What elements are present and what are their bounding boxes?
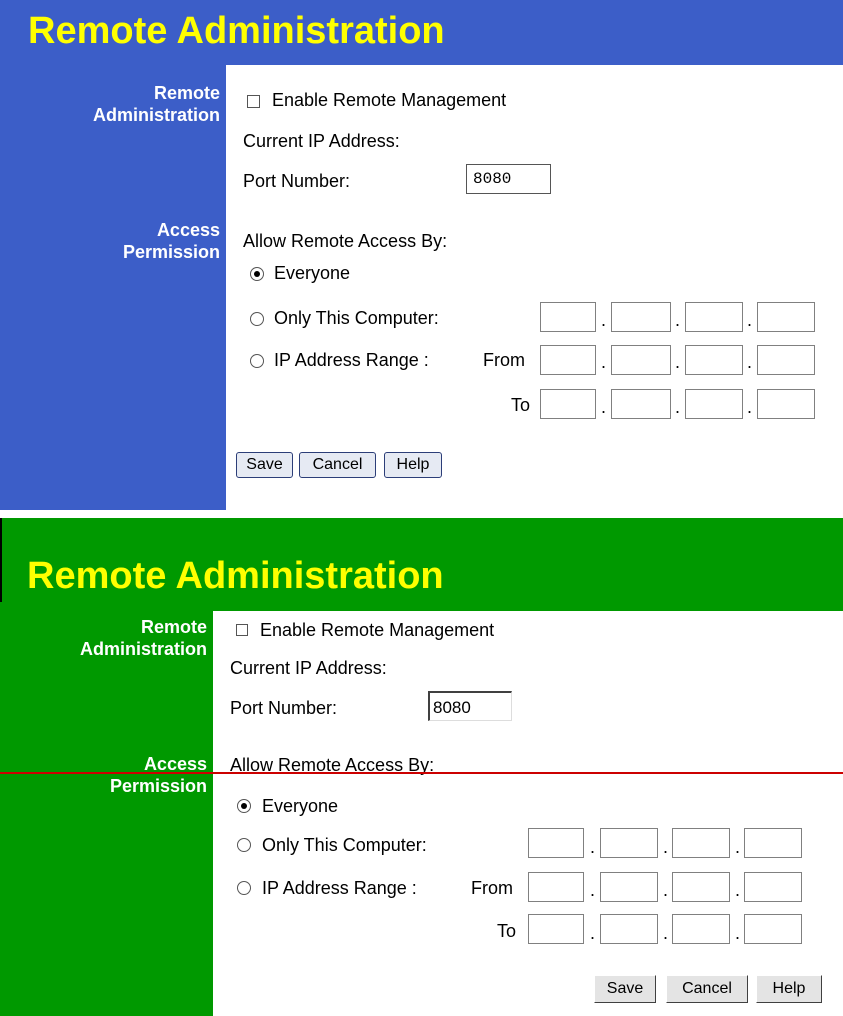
- enable-remote-checkbox[interactable]: [247, 95, 260, 108]
- everyone-label: Everyone: [274, 263, 351, 283]
- ip-dot: .: [735, 923, 741, 943]
- from-ip-octet-3[interactable]: [685, 345, 743, 375]
- to-ip-octet-4[interactable]: [744, 914, 802, 944]
- only-this-ip-octet-4[interactable]: [744, 828, 802, 858]
- from-ip-octet-2[interactable]: [611, 345, 671, 375]
- ip-dot: .: [601, 310, 607, 330]
- from-ip-octet-1[interactable]: [528, 872, 584, 902]
- ip-dot: .: [735, 837, 741, 857]
- remote-admin-panel-green: Remote Administration Remote Administrat…: [0, 510, 843, 1016]
- ip-dot: .: [747, 352, 753, 372]
- ip-dot: .: [590, 880, 596, 900]
- to-label: To: [497, 921, 517, 941]
- section-label-remote-administration: Remote Administration: [79, 617, 207, 659]
- from-ip-octet-4[interactable]: [744, 872, 802, 902]
- current-ip-label: Current IP Address:: [230, 658, 387, 678]
- cancel-button[interactable]: Cancel: [299, 452, 376, 478]
- only-this-ip-octet-1[interactable]: [540, 302, 596, 332]
- ip-range-radio[interactable]: [250, 354, 264, 368]
- ip-range-label: IP Address Range :: [262, 878, 417, 898]
- port-number-input[interactable]: 8080: [466, 164, 551, 194]
- from-ip-octet-2[interactable]: [600, 872, 658, 902]
- ip-range-label: IP Address Range :: [274, 350, 429, 370]
- everyone-label: Everyone: [262, 796, 339, 816]
- to-ip-octet-2[interactable]: [600, 914, 658, 944]
- from-label: From: [471, 878, 513, 898]
- ip-dot: .: [663, 837, 669, 857]
- only-this-ip-octet-2[interactable]: [611, 302, 671, 332]
- page-title: Remote Administration: [27, 555, 444, 597]
- ip-dot: .: [675, 397, 681, 417]
- ip-dot: .: [735, 880, 741, 900]
- ip-dot: .: [675, 310, 681, 330]
- port-number-label: Port Number:: [230, 698, 338, 718]
- help-button[interactable]: Help: [384, 452, 442, 478]
- only-this-ip-octet-2[interactable]: [600, 828, 658, 858]
- ip-dot: .: [675, 352, 681, 372]
- save-button[interactable]: Save: [236, 452, 293, 478]
- to-ip-octet-1[interactable]: [540, 389, 596, 419]
- enable-remote-checkbox[interactable]: [236, 624, 248, 636]
- port-number-input[interactable]: 8080: [428, 691, 512, 721]
- ip-range-radio[interactable]: [237, 881, 251, 895]
- title-bar: Remote Administration: [0, 0, 843, 65]
- everyone-radio[interactable]: [250, 267, 264, 281]
- from-label: From: [483, 350, 525, 370]
- from-ip-octet-1[interactable]: [540, 345, 596, 375]
- only-this-ip-octet-1[interactable]: [528, 828, 584, 858]
- save-button[interactable]: Save: [594, 975, 656, 1003]
- help-button[interactable]: Help: [756, 975, 822, 1003]
- to-ip-octet-1[interactable]: [528, 914, 584, 944]
- only-this-computer-radio[interactable]: [237, 838, 251, 852]
- ip-dot: .: [663, 923, 669, 943]
- ip-dot: .: [590, 837, 596, 857]
- only-this-ip-octet-3[interactable]: [672, 828, 730, 858]
- red-divider-line: [0, 772, 843, 774]
- to-label: To: [511, 395, 531, 415]
- section-label-access-permission: Access Permission: [122, 220, 220, 262]
- ip-dot: .: [601, 352, 607, 372]
- allow-remote-label: Allow Remote Access By:: [243, 231, 448, 251]
- enable-remote-label: Enable Remote Management: [260, 620, 495, 640]
- to-ip-octet-4[interactable]: [757, 389, 815, 419]
- remote-admin-panel-blue: Remote Administration Remote Administrat…: [0, 0, 843, 510]
- only-this-computer-label: Only This Computer:: [262, 835, 427, 855]
- ip-dot: .: [601, 397, 607, 417]
- to-ip-octet-2[interactable]: [611, 389, 671, 419]
- ip-dot: .: [663, 880, 669, 900]
- to-ip-octet-3[interactable]: [672, 914, 730, 944]
- cancel-button[interactable]: Cancel: [666, 975, 748, 1003]
- enable-remote-label: Enable Remote Management: [272, 90, 507, 110]
- port-number-label: Port Number:: [243, 171, 351, 191]
- only-this-ip-octet-3[interactable]: [685, 302, 743, 332]
- from-ip-octet-3[interactable]: [672, 872, 730, 902]
- from-ip-octet-4[interactable]: [757, 345, 815, 375]
- sidebar: Remote Administration Access Permission: [0, 602, 213, 1016]
- ip-dot: .: [590, 923, 596, 943]
- only-this-computer-radio[interactable]: [250, 312, 264, 326]
- sidebar: Remote Administration Access Permission: [0, 65, 226, 510]
- only-this-ip-octet-4[interactable]: [757, 302, 815, 332]
- everyone-radio[interactable]: [237, 799, 251, 813]
- current-ip-label: Current IP Address:: [243, 131, 400, 151]
- ip-dot: .: [747, 397, 753, 417]
- ip-dot: .: [747, 310, 753, 330]
- page-title: Remote Administration: [28, 10, 445, 52]
- section-label-access-permission: Access Permission: [109, 754, 207, 796]
- section-label-remote-administration: Remote Administration: [92, 83, 220, 125]
- only-this-computer-label: Only This Computer:: [274, 308, 439, 328]
- title-bar: Remote Administration: [0, 518, 843, 611]
- to-ip-octet-3[interactable]: [685, 389, 743, 419]
